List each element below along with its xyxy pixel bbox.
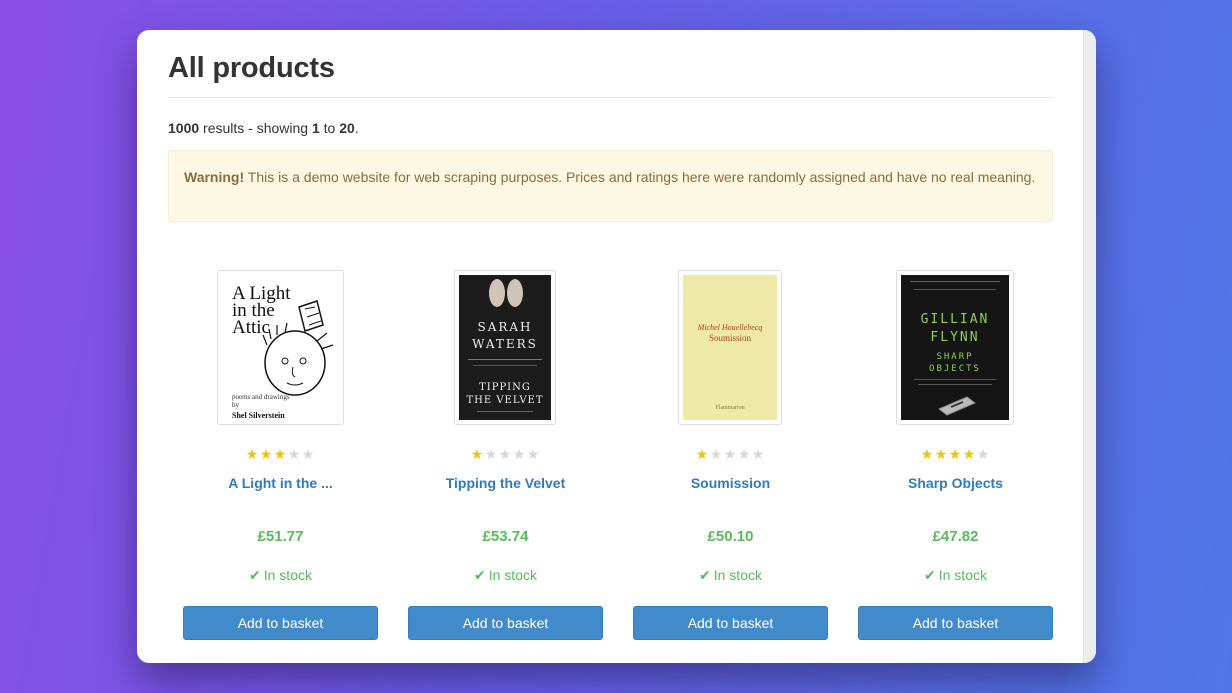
browser-window: All products 1000 results - showing 1 to…: [137, 30, 1096, 663]
cover-text: SARAH: [477, 320, 533, 334]
product-thumbnail[interactable]: SARAH WATERS TIPPING THE VELVET: [454, 270, 556, 425]
star-icon: ★: [259, 446, 274, 462]
results-to: 20: [339, 120, 355, 136]
book-cover-image: Michel Houellebecq Soumission Flammarion: [683, 275, 777, 420]
alert-text: This is a demo website for web scraping …: [244, 169, 1036, 185]
product-title-link[interactable]: Soumission: [633, 475, 828, 491]
star-icon: ★: [723, 446, 738, 462]
book-cover-image: SARAH WATERS TIPPING THE VELVET: [459, 275, 551, 420]
page-content: All products 1000 results - showing 1 to…: [168, 30, 1053, 640]
add-to-basket-button[interactable]: Add to basket: [408, 606, 603, 640]
product-title-link[interactable]: Sharp Objects: [858, 475, 1053, 491]
product-price: £47.82: [932, 528, 979, 545]
star-rating: ★★★★★: [183, 446, 378, 462]
add-to-basket-button[interactable]: Add to basket: [183, 606, 378, 640]
vertical-scrollbar[interactable]: [1083, 30, 1096, 663]
product-thumbnail[interactable]: A Light in the Attic poems and drawings …: [217, 270, 344, 425]
availability-text: In stock: [713, 567, 762, 583]
cover-text: Soumission: [708, 333, 751, 343]
product-title-link[interactable]: A Light in the ...: [183, 475, 378, 491]
product-thumbnail[interactable]: Michel Houellebecq Soumission Flammarion: [678, 270, 782, 425]
product-thumbnail[interactable]: GILLIAN FLYNN SHARP OBJECTS: [896, 270, 1014, 425]
star-icon: ★: [920, 446, 935, 462]
availability: ✔ In stock: [858, 567, 1053, 584]
star-rating: ★★★★★: [858, 446, 1053, 462]
cover-text: Flammarion: [715, 405, 745, 411]
add-to-basket-button[interactable]: Add to basket: [633, 606, 828, 640]
availability: ✔ In stock: [183, 567, 378, 584]
product-price: £53.74: [482, 528, 529, 545]
cover-text: THE VELVET: [466, 395, 544, 406]
add-to-basket-button[interactable]: Add to basket: [858, 606, 1053, 640]
results-end: .: [354, 120, 359, 136]
cover-text: Shel Silverstein: [232, 411, 285, 420]
warning-alert: Warning! This is a demo website for web …: [168, 150, 1053, 222]
star-icon: ★: [498, 446, 513, 462]
page-title: All products: [168, 30, 1053, 98]
alert-label: Warning!: [184, 169, 245, 185]
availability-text: In stock: [488, 567, 537, 583]
results-to-text: to: [319, 120, 340, 136]
star-icon: ★: [512, 446, 527, 462]
star-icon: ★: [695, 446, 710, 462]
star-icon: ★: [470, 446, 485, 462]
book-cover-image: GILLIAN FLYNN SHARP OBJECTS: [901, 275, 1009, 420]
star-icon: ★: [962, 446, 977, 462]
star-icon: ★: [287, 446, 302, 462]
cover-text: GILLIAN: [920, 312, 990, 327]
cover-illustration: [489, 279, 523, 307]
star-icon: ★: [245, 446, 260, 462]
product-price: £50.10: [707, 528, 754, 545]
star-icon: ★: [484, 446, 499, 462]
availability-text: In stock: [263, 567, 312, 583]
check-icon: ✔: [924, 567, 936, 583]
cover-text: WATERS: [472, 337, 538, 351]
results-summary: 1000 results - showing 1 to 20.: [168, 120, 1053, 140]
star-icon: ★: [709, 446, 724, 462]
availability: ✔ In stock: [633, 567, 828, 584]
check-icon: ✔: [474, 567, 486, 583]
star-icon: ★: [751, 446, 766, 462]
star-rating: ★★★★★: [633, 446, 828, 462]
results-total: 1000: [168, 120, 200, 136]
cover-text: OBJECTS: [929, 364, 981, 374]
star-icon: ★: [976, 446, 991, 462]
star-icon: ★: [737, 446, 752, 462]
availability: ✔ In stock: [408, 567, 603, 584]
cover-text: TIPPING: [479, 382, 531, 393]
star-rating: ★★★★★: [408, 446, 603, 462]
product-title-link[interactable]: Tipping the Velvet: [408, 475, 603, 491]
book-cover-image: A Light in the Attic poems and drawings …: [222, 275, 339, 420]
star-icon: ★: [948, 446, 963, 462]
cover-text: Michel Houellebecq: [697, 323, 763, 332]
check-icon: ✔: [249, 567, 261, 583]
star-icon: ★: [526, 446, 541, 462]
razor-blade-icon: [938, 396, 976, 416]
results-from: 1: [311, 120, 320, 136]
star-icon: ★: [273, 446, 288, 462]
star-icon: ★: [934, 446, 949, 462]
product-grid: A Light in the Attic poems and drawings …: [168, 270, 1053, 663]
star-icon: ★: [301, 446, 316, 462]
check-icon: ✔: [699, 567, 711, 583]
product-price: £51.77: [257, 528, 304, 545]
cover-text: SHARP: [936, 352, 974, 362]
availability-text: In stock: [938, 567, 987, 583]
cover-text: poems and drawings by: [232, 393, 290, 409]
cover-text: FLYNN: [930, 330, 980, 345]
results-text: results - showing: [199, 120, 312, 136]
